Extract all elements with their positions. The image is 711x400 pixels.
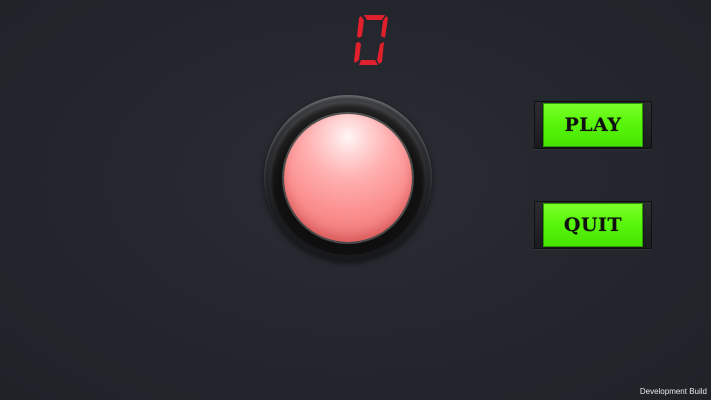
play-button-label: PLAY: [564, 114, 622, 136]
segment-e: [354, 42, 361, 63]
segment-f: [357, 16, 364, 38]
big-red-button[interactable]: [264, 95, 432, 261]
segment-g: [359, 38, 383, 42]
segment-d: [359, 60, 378, 65]
segment-c: [377, 42, 384, 64]
quit-button[interactable]: QUIT: [534, 201, 652, 249]
play-button[interactable]: PLAY: [534, 101, 652, 149]
button-cap: [284, 114, 412, 242]
quit-button-label: QUIT: [563, 214, 623, 236]
game-screen: 0 PLAY QUIT Development Build: [0, 0, 711, 400]
seven-segment-digit: [354, 15, 388, 65]
development-build-label: Development Build: [639, 387, 707, 396]
score-display: 0: [352, 12, 390, 68]
segment-a: [364, 15, 385, 20]
